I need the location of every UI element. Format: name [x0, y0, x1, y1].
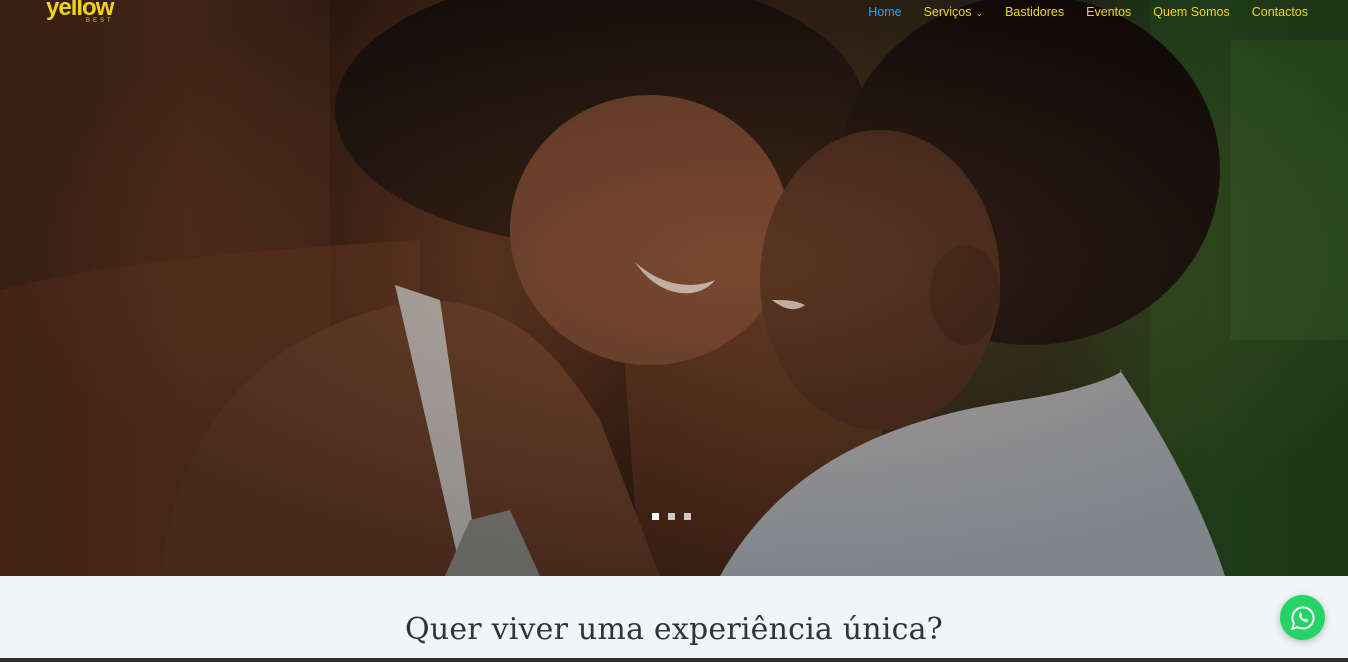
nav-item-eventos[interactable]: Eventos [1086, 5, 1131, 19]
main-menu: Home Serviços ⌄ Bastidores Eventos Quem S… [868, 5, 1308, 19]
nav-item-contactos[interactable]: Contactos [1252, 5, 1308, 19]
site-logo[interactable]: yellow BEST [46, 0, 114, 24]
whatsapp-button[interactable] [1280, 595, 1325, 640]
nav-item-bastidores[interactable]: Bastidores [1005, 5, 1064, 19]
nav-item-servicos-label: Serviços [923, 5, 972, 19]
hero-slider [0, 0, 1348, 576]
slider-dot-2[interactable] [668, 513, 675, 520]
slider-pagination [652, 513, 691, 520]
bottom-edge [0, 658, 1348, 662]
nav-item-home[interactable]: Home [868, 5, 901, 19]
logo-subtext: BEST [86, 18, 114, 24]
nav-item-quem-somos[interactable]: Quem Somos [1153, 5, 1229, 19]
nav-item-servicos[interactable]: Serviços ⌄ [924, 5, 983, 19]
section-headline: Quer viver uma experiência única? [405, 612, 943, 647]
slider-dot-3[interactable] [684, 513, 691, 520]
whatsapp-icon [1290, 605, 1315, 630]
slider-dot-1[interactable] [652, 513, 659, 520]
top-navigation: yellow BEST Home Serviços ⌄ Bastidores Ev… [0, 0, 1348, 26]
chevron-down-icon: ⌄ [975, 8, 984, 18]
